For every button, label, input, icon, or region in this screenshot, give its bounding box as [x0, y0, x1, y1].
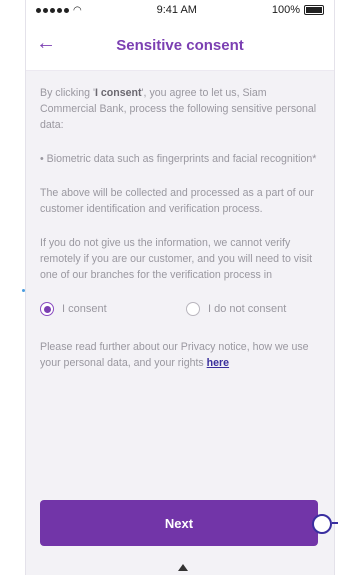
- consent-radio-group: I consent I do not consent: [40, 297, 320, 321]
- battery-percent: 100%: [271, 4, 300, 16]
- wifi-icon: ◠: [73, 4, 82, 16]
- consent-emphasis: I consent: [95, 87, 142, 99]
- annotation-handle[interactable]: [312, 514, 332, 534]
- status-time: 9:41 AM: [156, 4, 197, 16]
- radio-selected-icon[interactable]: [40, 302, 54, 316]
- edge-marker: [22, 289, 25, 292]
- privacy-paragraph: Please read further about our Privacy no…: [40, 341, 309, 369]
- biometric-bullet: • Biometric data such as fingerprints an…: [40, 153, 317, 165]
- no-consent-radio[interactable]: I do not consent: [186, 301, 286, 317]
- purpose-paragraph: The above will be collected and processe…: [40, 187, 314, 215]
- phone-screen: ◠ 9:41 AM 100% ← Sensitive consent By cl…: [26, 0, 338, 575]
- consent-radio[interactable]: I consent: [40, 301, 186, 317]
- annotation-connector: [332, 522, 338, 524]
- battery-indicator: 100%: [272, 4, 324, 16]
- arrow-left-icon[interactable]: ←: [36, 33, 56, 53]
- app-header: ← Sensitive consent: [26, 20, 334, 71]
- signal-dots-icon: [36, 7, 69, 13]
- privacy-link[interactable]: here: [207, 357, 229, 369]
- scroll-up-icon[interactable]: [178, 564, 188, 571]
- status-bar: ◠ 9:41 AM 100%: [26, 0, 334, 20]
- next-button[interactable]: Next: [40, 500, 318, 546]
- battery-icon: [303, 5, 324, 15]
- radio-unselected-icon[interactable]: [186, 302, 200, 316]
- page-title: Sensitive consent: [116, 36, 244, 54]
- signal-indicator: ◠: [36, 5, 82, 16]
- no-consent-radio-label: I do not consent: [208, 303, 287, 315]
- intro-paragraph: By clicking 'I consent', you agree to le…: [40, 87, 317, 131]
- consent-content: By clicking 'I consent', you agree to le…: [26, 71, 334, 371]
- warning-paragraph: If you do not give us the information, w…: [40, 237, 313, 281]
- consent-radio-label: I consent: [62, 303, 107, 315]
